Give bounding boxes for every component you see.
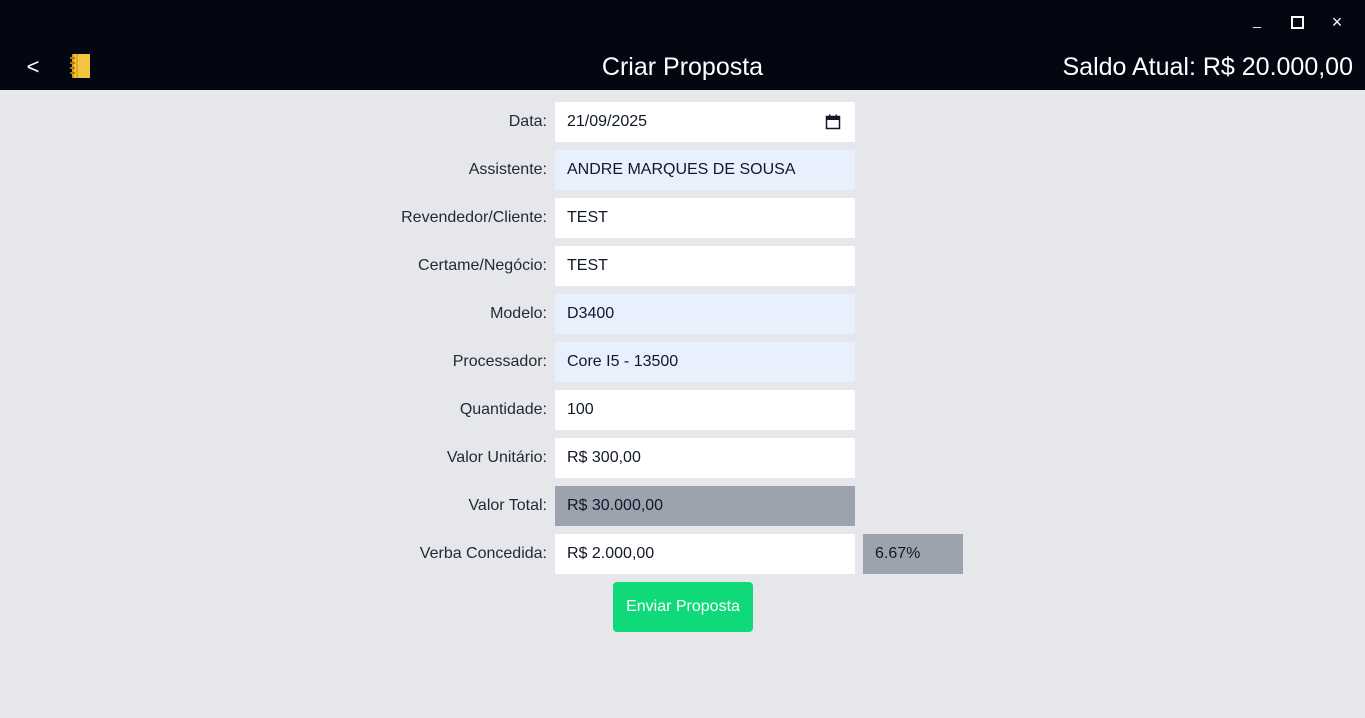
- valor-unitario-label: Valor Unitário:: [446, 449, 547, 466]
- certame-label: Certame/Negócio:: [418, 257, 547, 274]
- minimize-button[interactable]: _: [1237, 8, 1277, 36]
- verba-input[interactable]: R$ 2.000,00: [555, 534, 855, 574]
- certame-input[interactable]: TEST: [555, 246, 855, 286]
- form-row-valor-unitario: Valor Unitário: R$ 300,00: [0, 438, 1365, 478]
- maximize-button[interactable]: [1277, 8, 1317, 36]
- form-row-quantidade: Quantidade: 100: [0, 390, 1365, 430]
- assistente-input[interactable]: ANDRE MARQUES DE SOUSA: [555, 150, 855, 190]
- date-input[interactable]: 21/09/2025: [555, 102, 855, 142]
- revendedor-label: Revendedor/Cliente:: [401, 209, 547, 226]
- app-header: _ × < Criar Proposta Saldo Atual: R$ 20.…: [0, 0, 1365, 90]
- valor-total-label: Valor Total:: [468, 497, 547, 514]
- form-row-revendedor: Revendedor/Cliente: TEST: [0, 198, 1365, 238]
- quantidade-label: Quantidade:: [459, 401, 547, 418]
- modelo-input[interactable]: D3400: [555, 294, 855, 334]
- form-row-certame: Certame/Negócio: TEST: [0, 246, 1365, 286]
- form-row-modelo: Modelo: D3400: [0, 294, 1365, 334]
- submit-proposal-button[interactable]: Enviar Proposta: [613, 582, 753, 632]
- revendedor-input[interactable]: TEST: [555, 198, 855, 238]
- valor-total-field: R$ 30.000,00: [555, 486, 855, 526]
- form-row-processador: Processador: Core I5 - 13500: [0, 342, 1365, 382]
- verba-percent-display: 6.67%: [863, 534, 963, 574]
- form-row-valor-total: Valor Total: R$ 30.000,00: [0, 486, 1365, 526]
- form-row-verba: Verba Concedida: R$ 2.000,00 6.67%: [0, 534, 1365, 574]
- verba-label: Verba Concedida:: [419, 545, 547, 562]
- modelo-label: Modelo:: [490, 305, 547, 322]
- form-row-data: Data: 21/09/2025: [0, 102, 1365, 142]
- processador-input[interactable]: Core I5 - 13500: [555, 342, 855, 382]
- minimize-label: _: [1253, 12, 1261, 28]
- window-controls: _ ×: [1237, 8, 1357, 36]
- data-label: Data:: [508, 113, 547, 130]
- close-button[interactable]: ×: [1317, 8, 1357, 36]
- processador-label: Processador:: [452, 353, 547, 370]
- balance-display: Saldo Atual: R$ 20.000,00: [1062, 53, 1353, 81]
- calendar-icon[interactable]: [825, 114, 841, 130]
- quantidade-input[interactable]: 100: [555, 390, 855, 430]
- form-row-assistente: Assistente: ANDRE MARQUES DE SOUSA: [0, 150, 1365, 190]
- date-value: 21/09/2025: [567, 113, 648, 130]
- assistente-label: Assistente:: [468, 161, 547, 178]
- close-label: ×: [1331, 12, 1343, 32]
- maximize-icon: [1290, 15, 1304, 29]
- valor-unitario-input[interactable]: R$ 300,00: [555, 438, 855, 478]
